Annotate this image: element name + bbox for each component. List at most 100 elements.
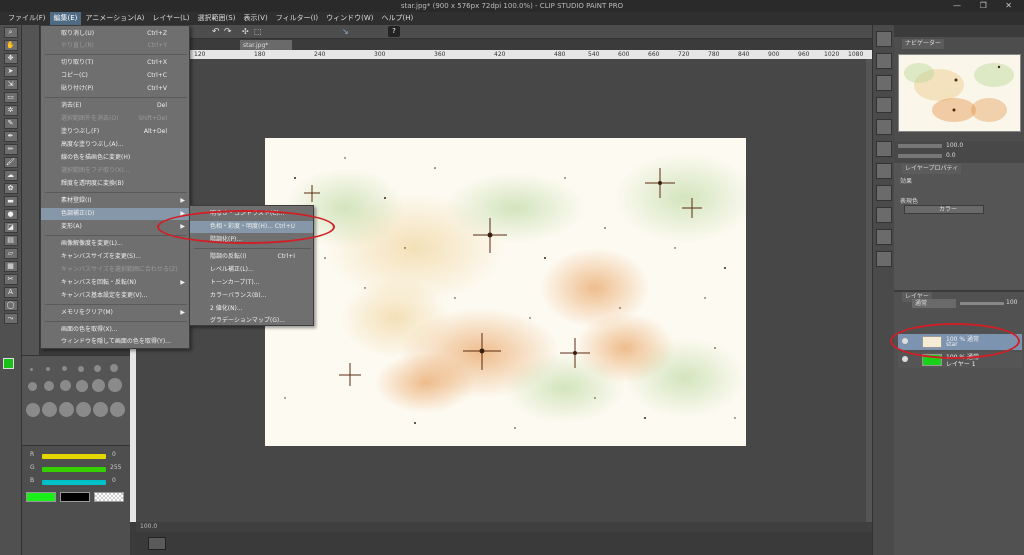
- layer-move-icon[interactable]: ⇲: [3, 79, 18, 90]
- submenu-color-balance[interactable]: カラーバランス(B)...: [190, 290, 313, 302]
- menu-clear-outside[interactable]: 選択範囲外を消去(O) Shift+Del: [41, 113, 189, 125]
- pen-tool-icon[interactable]: ✒: [3, 131, 18, 142]
- navigator-tab[interactable]: ナビゲーター: [902, 39, 945, 49]
- window-controls[interactable]: — ❐ ✕: [953, 1, 1020, 10]
- brush-size-preset[interactable]: [108, 378, 122, 392]
- menu-obtain-screen-color-hidden[interactable]: ウィンドウを隠して画面の色を取得(Y)...: [41, 336, 189, 348]
- frame-tool-icon[interactable]: ▦: [3, 261, 18, 272]
- menu-luminance-to-transparency[interactable]: 輝度を透明度に変換(B): [41, 178, 189, 190]
- brush-size-preset[interactable]: [92, 379, 105, 392]
- submenu-binarization[interactable]: 2 値化(N)...: [190, 303, 313, 315]
- decoration-tool-icon[interactable]: ✿: [3, 183, 18, 194]
- undo-icon[interactable]: ↶: [212, 27, 220, 37]
- brush-size-preset[interactable]: [110, 402, 125, 417]
- brush-size-preset[interactable]: [93, 402, 108, 417]
- menu-border-selection[interactable]: 選択範囲をフチ取り(X)...: [41, 165, 189, 177]
- menu-selection[interactable]: 選択範囲(S): [194, 12, 240, 25]
- menu-clear-memory[interactable]: メモリをクリア(M) ▶: [41, 307, 189, 319]
- ruler-tool-icon[interactable]: ✂: [3, 274, 18, 285]
- brush-size-preset[interactable]: [78, 366, 84, 372]
- layer-property-tab[interactable]: レイヤープロパティ: [902, 164, 962, 174]
- green-slider-track[interactable]: [42, 467, 106, 472]
- transform-icon[interactable]: ✣: [242, 27, 249, 36]
- color-set-icon[interactable]: [875, 207, 892, 223]
- hand-tool-icon[interactable]: ✋: [3, 40, 18, 51]
- menu-window[interactable]: ウィンドウ(W): [322, 12, 377, 25]
- text-tool-icon[interactable]: A: [3, 287, 18, 298]
- brush-size-preset[interactable]: [94, 365, 101, 372]
- menu-file[interactable]: ファイル(F): [4, 12, 50, 25]
- menu-obtain-screen-color[interactable]: 画面の色を取得(X)...: [41, 324, 189, 336]
- red-slider-track[interactable]: [42, 454, 106, 459]
- brush-size-preset[interactable]: [30, 368, 33, 371]
- tool-property-icon[interactable]: [875, 53, 892, 69]
- navigator-zoom-slider[interactable]: [898, 144, 942, 148]
- redo-icon[interactable]: ↷: [224, 27, 232, 37]
- submenu-gradient-map[interactable]: グラデーションマップ(G)...: [190, 315, 313, 326]
- brush-size-preset[interactable]: [28, 382, 37, 391]
- menu-help[interactable]: ヘルプ(H): [377, 12, 417, 25]
- brush-size-preset[interactable]: [42, 402, 57, 417]
- sub-view-icon[interactable]: [875, 185, 892, 201]
- operation-tool-icon[interactable]: ➤: [3, 66, 18, 77]
- menu-change-line-color[interactable]: 線の色を描画色に変更(H): [41, 152, 189, 164]
- green-slider[interactable]: G 255: [30, 464, 126, 475]
- menu-undo[interactable]: 取り消し(U) Ctrl+Z: [41, 28, 189, 40]
- expression-color-select[interactable]: カラー: [904, 205, 984, 214]
- help-icon[interactable]: ?: [388, 26, 400, 37]
- menu-register-material[interactable]: 素材登録(I) ▶: [41, 195, 189, 207]
- eraser-tool-icon[interactable]: ▬: [3, 196, 18, 207]
- canvas-image[interactable]: [265, 138, 746, 446]
- submenu-reverse-gradient[interactable]: 階調の反転(I) Ctrl+I: [190, 251, 313, 263]
- blend-mode-select[interactable]: 通常: [912, 299, 956, 308]
- blend-tool-icon[interactable]: ●: [3, 209, 18, 220]
- correct-line-tool-icon[interactable]: ⤳: [3, 313, 18, 324]
- navigator-thumbnail[interactable]: [898, 54, 1021, 132]
- menu-rotate-flip-canvas[interactable]: キャンバスを回転・反転(N) ▶: [41, 277, 189, 289]
- menu-clear[interactable]: 消去(E) Del: [41, 100, 189, 112]
- submenu-level-correction[interactable]: レベル補正(L)...: [190, 264, 313, 276]
- search-icon[interactable]: [875, 31, 892, 47]
- ruler-snap-icon[interactable]: ↘: [342, 27, 349, 36]
- menu-advanced-fill[interactable]: 高度な塗りつぶし(A)...: [41, 139, 189, 151]
- menu-cut[interactable]: 切り取り(T) Ctrl+X: [41, 57, 189, 69]
- fill-tool-icon[interactable]: ◪: [3, 222, 18, 233]
- transparent-color-chip[interactable]: [94, 492, 124, 502]
- timeline-icon[interactable]: [148, 537, 166, 550]
- brush-size-preset[interactable]: [59, 402, 74, 417]
- gradient-tool-icon[interactable]: ▤: [3, 235, 18, 246]
- move-tool-icon[interactable]: ✥: [3, 53, 18, 64]
- menu-edit[interactable]: 編集(E): [49, 12, 82, 25]
- red-slider[interactable]: R 0: [30, 451, 126, 462]
- menu-canvas-basic-settings[interactable]: キャンバス基本設定を変更(V)...: [41, 290, 189, 302]
- brush-size-preset[interactable]: [44, 381, 54, 391]
- airbrush-tool-icon[interactable]: ☁: [3, 170, 18, 181]
- balloon-tool-icon[interactable]: ◯: [3, 300, 18, 311]
- blue-slider-track[interactable]: [42, 480, 106, 485]
- brush-size-preset[interactable]: [60, 380, 71, 391]
- main-color-swatch[interactable]: [3, 358, 14, 369]
- menu-paste[interactable]: 貼り付け(P) Ctrl+V: [41, 83, 189, 95]
- menu-redo[interactable]: やり直し(R) Ctrl+Y: [41, 40, 189, 52]
- menu-view[interactable]: 表示(V): [239, 12, 271, 25]
- brush-size-preset[interactable]: [76, 402, 91, 417]
- transform-icon[interactable]: [875, 97, 892, 113]
- blue-slider[interactable]: B 0: [30, 477, 126, 488]
- animation-icon[interactable]: [875, 251, 892, 267]
- item-bank-icon[interactable]: [875, 119, 892, 135]
- deselect-icon[interactable]: ⬚: [254, 27, 262, 36]
- zoom-tool-icon[interactable]: ⌕: [3, 27, 18, 38]
- menu-layer[interactable]: レイヤー(L): [148, 12, 193, 25]
- figure-tool-icon[interactable]: ▱: [3, 248, 18, 259]
- submenu-tone-curve[interactable]: トーンカーブ(T)...: [190, 277, 313, 289]
- lasso-tool-icon[interactable]: ✲: [3, 105, 18, 116]
- pencil-tool-icon[interactable]: ✏: [3, 144, 18, 155]
- auto-action-icon[interactable]: [875, 163, 892, 179]
- sub-color-chip[interactable]: [60, 492, 90, 502]
- menu-change-canvas-size[interactable]: キャンバスサイズを変更(S)...: [41, 251, 189, 263]
- menu-animation[interactable]: アニメーション(A): [81, 12, 148, 25]
- menu-copy[interactable]: コピー(C) Ctrl+C: [41, 70, 189, 82]
- menu-fit-canvas-to-selection[interactable]: キャンバスサイズを選択範囲に合わせる(Z): [41, 264, 189, 276]
- menu-change-resolution[interactable]: 画像解像度を変更(L)...: [41, 238, 189, 250]
- navigator-rotate-slider[interactable]: [898, 154, 942, 158]
